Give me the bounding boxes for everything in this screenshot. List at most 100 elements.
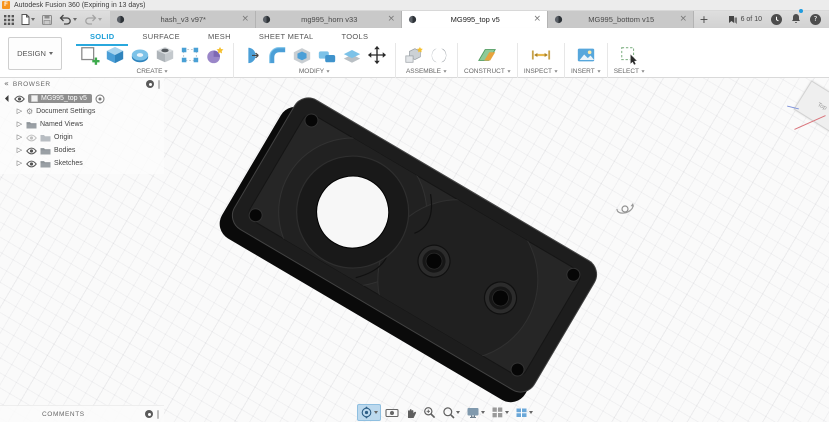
pan-button[interactable] bbox=[403, 405, 419, 420]
hole-button[interactable] bbox=[153, 44, 177, 67]
press-pull-button[interactable] bbox=[240, 44, 264, 67]
comments-options-icon[interactable] bbox=[145, 410, 153, 418]
insert-image-button[interactable] bbox=[574, 44, 598, 67]
new-component-button[interactable] bbox=[402, 44, 426, 67]
quick-access-toolbar bbox=[0, 11, 110, 28]
revolve-button[interactable] bbox=[128, 44, 152, 67]
eye-icon[interactable] bbox=[26, 160, 37, 168]
create-sketch-button[interactable] bbox=[78, 44, 102, 67]
look-at-button[interactable] bbox=[383, 405, 401, 420]
group-select-menu[interactable]: SELECT bbox=[614, 68, 645, 75]
browser-panel: « BROWSER MG995_top v5 ▷ ⚙ Document Sett… bbox=[0, 78, 164, 174]
tab-mg995-bottom[interactable]: MG995_bottom v15 × bbox=[548, 11, 694, 28]
help-button[interactable]: ? bbox=[810, 14, 821, 25]
dropdown-caret bbox=[641, 70, 645, 73]
orbit-button[interactable] bbox=[357, 404, 381, 421]
collapsed-arrow-icon[interactable]: ▷ bbox=[16, 159, 23, 168]
collapsed-arrow-icon[interactable]: ▷ bbox=[16, 146, 23, 155]
panel-options-icon[interactable] bbox=[146, 80, 154, 88]
create-sketch-icon bbox=[81, 47, 100, 65]
dropdown-caret bbox=[481, 411, 485, 414]
model-viewport[interactable]: Top « BROWSER MG995_top v5 ▷ ⚙ Document … bbox=[0, 78, 829, 422]
fusion-logo-icon: F bbox=[2, 1, 10, 9]
folder-icon bbox=[40, 148, 51, 155]
viewports-button[interactable] bbox=[513, 405, 535, 420]
move-copy-button[interactable] bbox=[365, 44, 389, 67]
dropdown-caret bbox=[597, 70, 601, 73]
group-insert-menu[interactable]: INSERT bbox=[571, 68, 601, 75]
grid-snaps-button[interactable] bbox=[489, 405, 511, 420]
pattern-button[interactable] bbox=[178, 44, 202, 67]
save-icon bbox=[42, 14, 52, 25]
offset-face-button[interactable] bbox=[340, 44, 364, 67]
combine-icon bbox=[318, 51, 336, 63]
tree-item-bodies[interactable]: ▷ Bodies bbox=[4, 144, 164, 157]
tree-item-document-settings[interactable]: ▷ ⚙ Document Settings bbox=[4, 105, 164, 118]
collapsed-arrow-icon[interactable]: ▷ bbox=[16, 133, 23, 142]
fillet-button[interactable] bbox=[265, 44, 289, 67]
group-inspect-menu[interactable]: INSPECT bbox=[524, 68, 558, 75]
zoom-button[interactable] bbox=[421, 405, 438, 420]
shell-button[interactable] bbox=[290, 44, 314, 67]
zoom-icon bbox=[424, 407, 436, 419]
activate-radio-icon[interactable] bbox=[95, 94, 105, 104]
tree-item-origin[interactable]: ▷ Origin bbox=[4, 131, 164, 144]
tab-mg995-top[interactable]: MG995_top v5 × bbox=[402, 11, 548, 28]
undo-button[interactable] bbox=[59, 14, 77, 25]
combine-button[interactable] bbox=[315, 44, 339, 67]
close-icon[interactable]: × bbox=[387, 15, 395, 24]
job-status-button[interactable]: 6 of 10 bbox=[728, 15, 762, 25]
group-insert: INSERT bbox=[565, 43, 608, 78]
pattern-icon bbox=[181, 47, 199, 63]
collapsed-arrow-icon[interactable]: ▷ bbox=[16, 107, 23, 116]
close-icon[interactable]: × bbox=[241, 15, 249, 24]
orbit-icon bbox=[361, 406, 372, 419]
measure-icon bbox=[531, 50, 550, 60]
select-button[interactable] bbox=[617, 44, 641, 67]
group-inspect: INSPECT bbox=[518, 43, 565, 78]
display-settings-button[interactable] bbox=[464, 405, 487, 420]
tree-item-named-views[interactable]: ▷ Named Views bbox=[4, 118, 164, 131]
comments-bar[interactable]: COMMENTS bbox=[0, 405, 164, 422]
collapsed-arrow-icon[interactable]: ▷ bbox=[16, 120, 23, 129]
group-construct-menu[interactable]: CONSTRUCT bbox=[464, 68, 511, 75]
notifications-button[interactable] bbox=[791, 8, 803, 29]
tree-item-sketches[interactable]: ▷ Sketches bbox=[4, 157, 164, 170]
active-component-chip[interactable]: MG995_top v5 bbox=[28, 94, 92, 103]
group-assemble: ASSEMBLE bbox=[396, 43, 458, 78]
expanded-arrow-icon[interactable] bbox=[4, 94, 13, 103]
viewcube-top-face[interactable]: Top bbox=[816, 102, 827, 112]
tab-mg995-horn[interactable]: mg995_horn v33 × bbox=[256, 11, 402, 28]
group-modify-menu[interactable]: MODIFY bbox=[299, 68, 330, 75]
fit-button[interactable] bbox=[440, 405, 462, 420]
redo-button[interactable] bbox=[84, 14, 102, 25]
fusion360-window: F Autodesk Fusion 360 (Expiring in 13 da… bbox=[0, 0, 829, 422]
new-tab-button[interactable]: + bbox=[694, 11, 714, 28]
file-menu-button[interactable] bbox=[21, 14, 35, 25]
save-button[interactable] bbox=[42, 14, 52, 25]
eye-icon[interactable] bbox=[26, 147, 37, 155]
eye-hidden-icon[interactable] bbox=[26, 134, 37, 142]
app-grid-button[interactable] bbox=[4, 14, 14, 25]
create-form-button[interactable] bbox=[203, 44, 227, 67]
waffle-grid-icon bbox=[4, 14, 14, 25]
close-icon[interactable]: × bbox=[533, 15, 541, 24]
close-icon[interactable]: × bbox=[679, 15, 687, 24]
construct-plane-button[interactable] bbox=[475, 44, 499, 67]
gear-icon: ⚙ bbox=[26, 107, 34, 116]
comments-resize-handle[interactable] bbox=[157, 409, 159, 419]
measure-button[interactable] bbox=[529, 44, 553, 67]
group-assemble-menu[interactable]: ASSEMBLE bbox=[406, 68, 447, 75]
extrude-button[interactable] bbox=[103, 44, 127, 67]
tab-hash-v3[interactable]: hash_v3 v97* × bbox=[110, 11, 256, 28]
tree-item-label: Named Views bbox=[40, 121, 84, 128]
joint-button[interactable] bbox=[427, 44, 451, 67]
collapse-panel-icon[interactable]: « bbox=[4, 79, 9, 89]
workspace-selector[interactable]: DESIGN bbox=[8, 37, 62, 70]
panel-resize-handle[interactable] bbox=[158, 79, 160, 89]
group-create-menu[interactable]: CREATE bbox=[137, 68, 169, 75]
ribbon-groups: CREATE MODIFY ASSEMBLE CONSTRUCT INSPECT… bbox=[72, 43, 651, 78]
tree-root-component[interactable]: MG995_top v5 bbox=[4, 92, 164, 105]
eye-icon[interactable] bbox=[14, 95, 25, 103]
recent-activity-button[interactable] bbox=[771, 14, 782, 25]
